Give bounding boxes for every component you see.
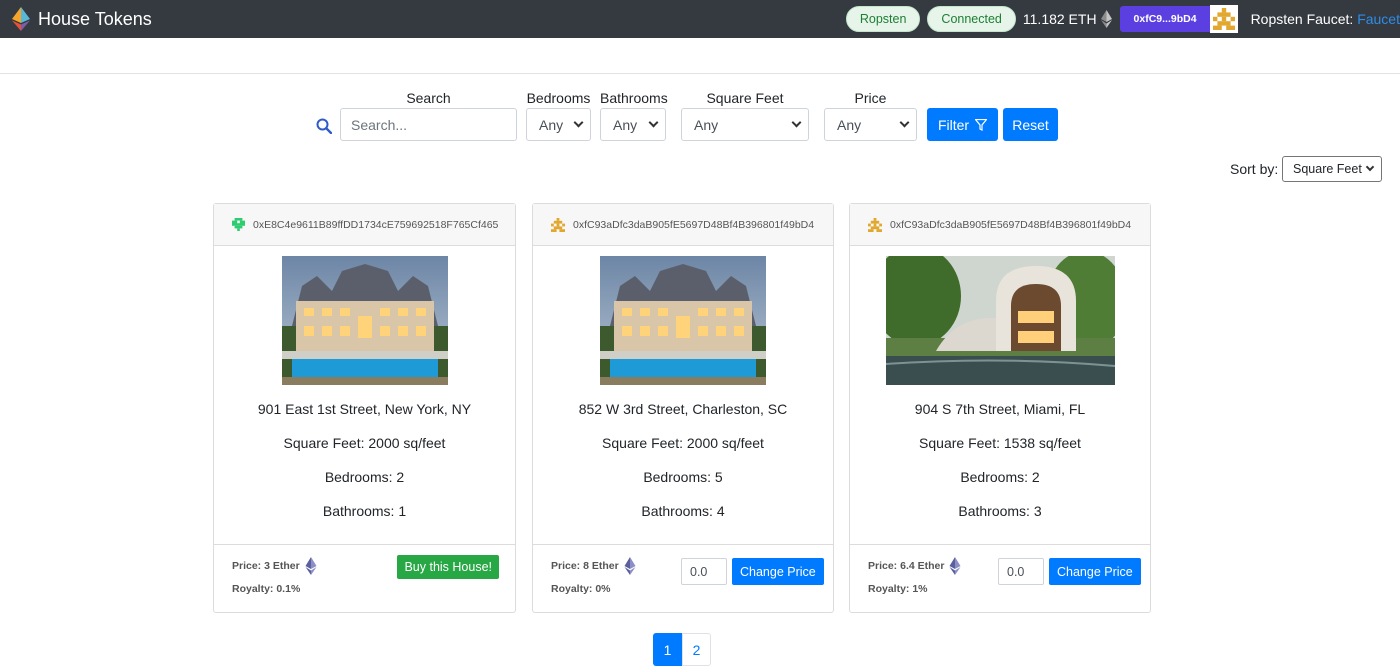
card-header: 0xE8C4e9611B89ffDD1734cE759692518F765Cf4…: [214, 204, 515, 246]
ethereum-icon: [949, 557, 961, 575]
identicon-icon: [551, 217, 565, 232]
chevron-down-icon: [1365, 162, 1375, 172]
search-icon[interactable]: [316, 118, 332, 134]
house-card: 0xfC93aDfc3daB905fE5697D48Bf4B396801f49b…: [849, 203, 1151, 613]
card-footer: Price: 3 Ether Royalty: 0.1% Buy this Ho…: [214, 544, 515, 612]
house-sqft: Square Feet: 2000 sq/feet: [283, 435, 446, 451]
house-sqft: Square Feet: 2000 sq/feet: [602, 435, 764, 451]
brand-title: House Tokens: [38, 8, 152, 29]
eth-balance-text: 11.182 ETH: [1022, 11, 1097, 27]
ethereum-icon: [624, 557, 636, 575]
house-bedrooms: Bedrooms: 2: [324, 469, 405, 485]
house-photo[interactable]: [886, 256, 1115, 385]
house-royalty: Royalty: 0%: [551, 583, 611, 595]
bedrooms-label: Bedrooms: [526, 90, 591, 106]
house-price: Price: 6.4 Ether: [868, 557, 961, 575]
owner-address: 0xfC93aDfc3daB905fE5697D48Bf4B396801f49b…: [573, 218, 815, 231]
filter-button-label: Filter: [937, 116, 970, 133]
reset-button[interactable]: Reset: [1003, 108, 1058, 141]
chevron-down-icon: [899, 117, 910, 128]
identicon-icon: [1212, 8, 1235, 30]
faucet-link[interactable]: Faucet: [1357, 11, 1400, 27]
house-bathrooms: Bathrooms: 3: [958, 503, 1042, 519]
house-bathrooms: Bathrooms: 4: [641, 503, 725, 519]
sort-select-value: Square Feet: [1293, 162, 1362, 176]
faucet-info: Ropsten Faucet: Faucet: [1251, 11, 1400, 27]
price-select[interactable]: Any: [824, 108, 917, 141]
house-bedrooms: Bedrooms: 5: [643, 469, 723, 485]
house-address: 904 S 7th Street, Miami, FL: [914, 401, 1086, 417]
owner-address: 0xE8C4e9611B89ffDD1734cE759692518F765Cf4…: [253, 218, 499, 231]
account-address-button[interactable]: 0xfC9...9bD4: [1119, 6, 1210, 32]
sub-header: [0, 38, 1400, 74]
house-bedrooms: Bedrooms: 2: [960, 469, 1040, 485]
house-photo[interactable]: [600, 256, 766, 385]
house-card: 0xE8C4e9611B89ffDD1734cE759692518F765Cf4…: [213, 203, 516, 613]
pagination-page-1[interactable]: 1: [653, 633, 682, 666]
ethereum-logo-icon: [12, 7, 30, 31]
top-navbar: House Tokens Ropsten Connected 11.182 ET…: [0, 0, 1400, 38]
house-price-text: Price: 8 Ether: [551, 560, 619, 572]
new-price-input[interactable]: 0.0: [998, 558, 1044, 585]
change-price-button[interactable]: Change Price: [1049, 558, 1141, 585]
sqft-label: Square Feet: [706, 90, 784, 106]
chevron-down-icon: [573, 117, 584, 128]
bathrooms-select-value: Any: [613, 116, 638, 133]
brand[interactable]: House Tokens: [12, 7, 152, 31]
new-price-input[interactable]: 0.0: [681, 558, 727, 585]
house-address: 852 W 3rd Street, Charleston, SC: [578, 401, 788, 417]
account-avatar[interactable]: [1209, 5, 1238, 33]
card-footer: Price: 6.4 Ether Royalty: 1% 0.0 Change …: [850, 544, 1150, 612]
filter-button[interactable]: Filter: [927, 108, 998, 141]
house-price: Price: 3 Ether: [232, 557, 317, 575]
house-photo[interactable]: [282, 256, 448, 385]
owner-address: 0xfC93aDfc3daB905fE5697D48Bf4B396801f49b…: [890, 218, 1132, 231]
identicon-icon: [868, 217, 882, 232]
house-royalty: Royalty: 1%: [868, 583, 928, 595]
card-header: 0xfC93aDfc3daB905fE5697D48Bf4B396801f49b…: [533, 204, 833, 246]
faucet-label: Ropsten Faucet:: [1250, 11, 1354, 27]
card-header: 0xfC93aDfc3daB905fE5697D48Bf4B396801f49b…: [850, 204, 1150, 246]
house-price-text: Price: 3 Ether: [232, 560, 300, 572]
card-footer: Price: 8 Ether Royalty: 0% 0.0 Change Pr…: [533, 544, 833, 612]
house-royalty: Royalty: 0.1%: [232, 583, 301, 595]
search-label: Search: [406, 90, 451, 106]
chevron-down-icon: [791, 117, 802, 128]
connection-status-badge[interactable]: Connected: [927, 6, 1016, 32]
price-select-value: Any: [837, 116, 862, 133]
pagination-page-2[interactable]: 2: [682, 633, 711, 666]
chevron-down-icon: [648, 117, 659, 128]
price-label: Price: [854, 90, 887, 106]
funnel-icon: [975, 118, 988, 131]
sort-select[interactable]: Square Feet: [1282, 156, 1382, 182]
search-input[interactable]: Search...: [340, 108, 517, 141]
sqft-select[interactable]: Any: [681, 108, 809, 141]
ethereum-icon: [1100, 10, 1112, 28]
eth-balance: 11.182 ETH: [1023, 10, 1112, 28]
bathrooms-select[interactable]: Any: [600, 108, 666, 141]
house-card: 0xfC93aDfc3daB905fE5697D48Bf4B396801f49b…: [532, 203, 834, 613]
bedrooms-select-value: Any: [539, 116, 564, 133]
sort-label: Sort by:: [1230, 161, 1279, 177]
house-address: 901 East 1st Street, New York, NY: [257, 401, 472, 417]
house-price: Price: 8 Ether: [551, 557, 636, 575]
change-price-button[interactable]: Change Price: [732, 558, 824, 585]
network-badge[interactable]: Ropsten: [845, 6, 921, 32]
ethereum-icon: [305, 557, 317, 575]
buy-house-button[interactable]: Buy this House!: [397, 555, 499, 579]
sqft-select-value: Any: [694, 116, 719, 133]
bathrooms-label: Bathrooms: [600, 90, 668, 106]
house-price-text: Price: 6.4 Ether: [868, 560, 945, 572]
bedrooms-select[interactable]: Any: [526, 108, 591, 141]
house-bathrooms: Bathrooms: 1: [322, 503, 407, 519]
house-sqft: Square Feet: 1538 sq/feet: [919, 435, 1081, 451]
identicon-icon: [232, 218, 245, 231]
